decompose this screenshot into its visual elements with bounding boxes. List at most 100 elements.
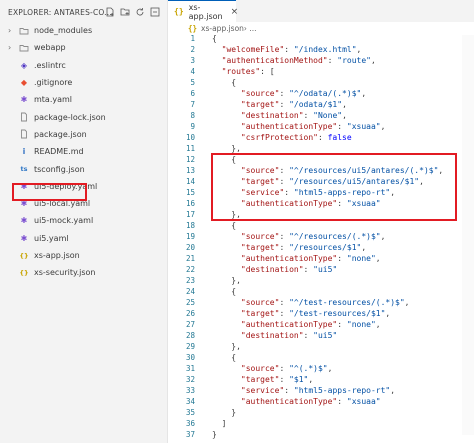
- tree-item-label: .eslintrc: [34, 60, 66, 70]
- line-number: 24: [185, 287, 195, 296]
- code-line: 1{: [168, 33, 474, 44]
- code-text: "authenticationMethod": "route",: [221, 56, 376, 65]
- code-line: 2 "welcomeFile": "/index.html",: [168, 44, 474, 55]
- tree-item-label: .gitignore: [34, 78, 73, 88]
- code-line: 3 "authenticationMethod": "route",: [168, 55, 474, 66]
- breadcrumb-file[interactable]: xs-app.json: [201, 24, 244, 33]
- tree-item-label: xs-app.json: [34, 251, 80, 260]
- tree-item[interactable]: › webapp: [0, 39, 167, 56]
- code-line: 23 },: [168, 275, 474, 286]
- line-number: 28: [185, 331, 195, 340]
- chevron-right-icon: ›: [8, 26, 12, 36]
- code-text: "csrfProtection": false: [240, 133, 352, 142]
- tree-item-label: xs-security.json: [34, 268, 96, 278]
- code-text: },: [212, 342, 241, 351]
- code-line: 27 "authenticationType": "none",: [168, 319, 474, 330]
- line-number: 32: [185, 375, 195, 384]
- tree-item[interactable]: ✱ ui5-mock.yaml: [0, 212, 167, 229]
- line-number: 11: [185, 144, 195, 153]
- tree-item[interactable]: › node_modules: [0, 22, 167, 39]
- line-number: 18: [185, 221, 195, 230]
- json-file-icon: [19, 112, 29, 122]
- ui5-icon: ✱: [20, 233, 28, 243]
- refresh-icon[interactable]: [134, 5, 146, 18]
- line-number: 3: [190, 56, 195, 65]
- code-text: ]: [212, 419, 227, 428]
- code-text: "authenticationType": "none",: [240, 320, 381, 329]
- tree-item-label: tsconfig.json: [34, 164, 85, 174]
- tree-item[interactable]: ◈ .eslintrc: [0, 57, 167, 74]
- line-number: 10: [185, 133, 195, 142]
- code-text: "destination": "ui5": [240, 331, 338, 340]
- tab-xs-app-json[interactable]: {} xs-app.json ×: [168, 0, 239, 22]
- code-text: "authenticationType": "xsuaa",: [240, 122, 386, 131]
- tree-item-label: webapp: [34, 43, 66, 53]
- minimap[interactable]: [462, 35, 474, 435]
- code-line: 24 {: [168, 286, 474, 297]
- tree-item[interactable]: ✱ ui5.yaml: [0, 230, 167, 247]
- new-file-icon[interactable]: [104, 5, 116, 18]
- tree-item-label: mta.yaml: [34, 95, 73, 105]
- code-text: "authenticationType": "xsuaa": [240, 397, 381, 406]
- code-line: 5 {: [168, 77, 474, 88]
- line-number: 17: [185, 210, 195, 219]
- code-text: "routes": [: [221, 67, 275, 76]
- code-line: 22 "destination": "ui5": [168, 264, 474, 275]
- tsconfig-icon: ts: [20, 165, 28, 174]
- tree-item[interactable]: ◆ .gitignore: [0, 74, 167, 91]
- code-line: 19 "source": "^/resources/(.*)$",: [168, 231, 474, 242]
- tree-item-label: ui5-mock.yaml: [34, 216, 94, 226]
- close-icon[interactable]: ×: [231, 7, 239, 17]
- line-number: 27: [185, 320, 195, 329]
- ui5-icon: ✱: [20, 216, 28, 226]
- folder-icon: [19, 26, 29, 36]
- collapse-all-icon[interactable]: [149, 5, 161, 18]
- line-number: 20: [185, 243, 195, 252]
- code-line: 7 "target": "/odata/$1",: [168, 99, 474, 110]
- tree-item[interactable]: package-lock.json: [0, 108, 167, 125]
- chevron-right-icon: ›: [8, 43, 12, 53]
- new-folder-icon[interactable]: [119, 5, 131, 18]
- explorer-actions: [104, 5, 161, 18]
- code-text: "destination": "None",: [240, 111, 347, 120]
- code-line: 37}: [168, 429, 474, 440]
- route-highlight-box: [211, 153, 457, 221]
- line-number: 9: [190, 122, 195, 131]
- code-line: 8 "destination": "None",: [168, 110, 474, 121]
- line-number: 23: [185, 276, 195, 285]
- code-text: "source": "^/resources/(.*)$",: [240, 232, 386, 241]
- tree-item[interactable]: ts tsconfig.json: [0, 160, 167, 177]
- code-text: {: [212, 353, 237, 362]
- line-number: 37: [185, 430, 195, 439]
- tab-label: xs-app.json: [188, 2, 223, 21]
- line-number: 26: [185, 309, 195, 318]
- tree-item-label: package.json: [34, 129, 87, 139]
- code-line: 26 "target": "/test-resources/$1",: [168, 308, 474, 319]
- code-line: 25 "source": "^/test-resources/(.*)$",: [168, 297, 474, 308]
- markdown-icon: i: [22, 147, 26, 157]
- line-number: 14: [185, 177, 195, 186]
- code-line: 30 {: [168, 352, 474, 363]
- code-text: {: [212, 287, 237, 296]
- line-number: 16: [185, 199, 195, 208]
- tree-item-label: ui5.yaml: [34, 233, 69, 243]
- explorer-title: EXPLORER: ANTARES-CO...: [8, 7, 112, 17]
- tree-item[interactable]: i README.md: [0, 143, 167, 160]
- breadcrumb-suffix[interactable]: › ...: [244, 24, 257, 33]
- code-line: 4 "routes": [: [168, 66, 474, 77]
- code-line: 20 "target": "/resources/$1",: [168, 242, 474, 253]
- code-area[interactable]: 1{2 "welcomeFile": "/index.html", 3 "auth…: [168, 33, 474, 440]
- line-number: 35: [185, 408, 195, 417]
- code-text: "target": "/test-resources/$1",: [240, 309, 391, 318]
- line-number: 8: [190, 111, 195, 120]
- tree-item-label: package-lock.json: [34, 112, 106, 122]
- code-line: 10 "csrfProtection": false: [168, 132, 474, 143]
- line-number: 1: [190, 34, 195, 43]
- tree-item[interactable]: {} xs-app.json: [0, 247, 167, 264]
- tree-item[interactable]: package.json: [0, 126, 167, 143]
- json-braces-icon: {}: [19, 251, 29, 260]
- code-text: "service": "html5-apps-repo-rt",: [240, 386, 396, 395]
- tree-item[interactable]: ✱ mta.yaml: [0, 91, 167, 108]
- tree-item[interactable]: {} xs-security.json: [0, 264, 167, 281]
- code-line: 9 "authenticationType": "xsuaa",: [168, 121, 474, 132]
